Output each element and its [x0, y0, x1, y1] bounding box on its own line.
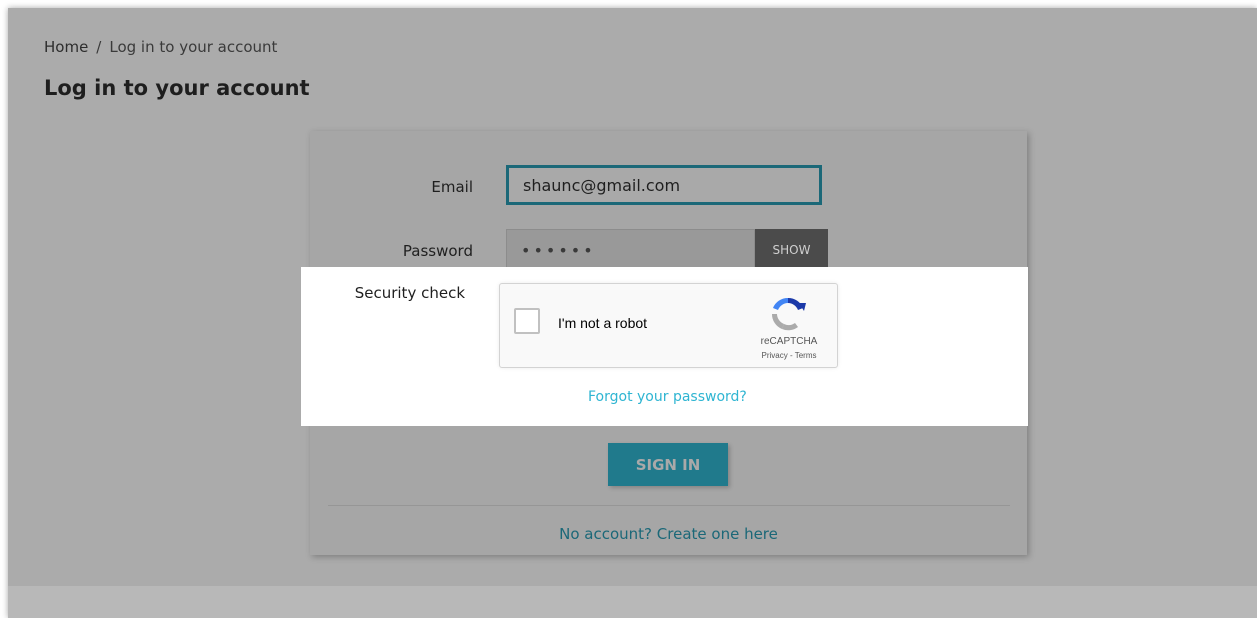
breadcrumb-separator: / [96, 38, 102, 56]
show-password-button[interactable]: SHOW [755, 229, 828, 271]
recaptcha-widget: I'm not a robot reCAPTCHA Privacy - Term… [499, 283, 838, 368]
forgot-password-link[interactable]: Forgot your password? [588, 389, 747, 405]
breadcrumb-home-link[interactable]: Home [44, 38, 88, 56]
sign-in-button[interactable]: SIGN IN [608, 443, 728, 486]
password-label: Password [402, 242, 473, 260]
footer-band [8, 586, 1257, 618]
recaptcha-brand: reCAPTCHA [760, 336, 818, 347]
breadcrumb-current: Log in to your account [109, 38, 278, 56]
page-title: Log in to your account [44, 76, 310, 100]
email-label: Email [431, 178, 473, 196]
breadcrumb: Home / Log in to your account [44, 38, 277, 56]
password-field[interactable] [506, 229, 755, 271]
email-field[interactable] [506, 165, 822, 205]
recaptcha-privacy-terms[interactable]: Privacy - Terms [750, 351, 828, 360]
create-account-link[interactable]: No account? Create one here [310, 525, 1027, 543]
security-check-section: Security check I'm not a robot reCAPTCHA… [301, 267, 1028, 426]
recaptcha-logo-icon [771, 297, 806, 331]
divider [328, 505, 1010, 506]
recaptcha-checkbox-label: I'm not a robot [558, 315, 648, 331]
recaptcha-checkbox[interactable] [514, 308, 540, 334]
security-check-label: Security check [354, 284, 465, 302]
